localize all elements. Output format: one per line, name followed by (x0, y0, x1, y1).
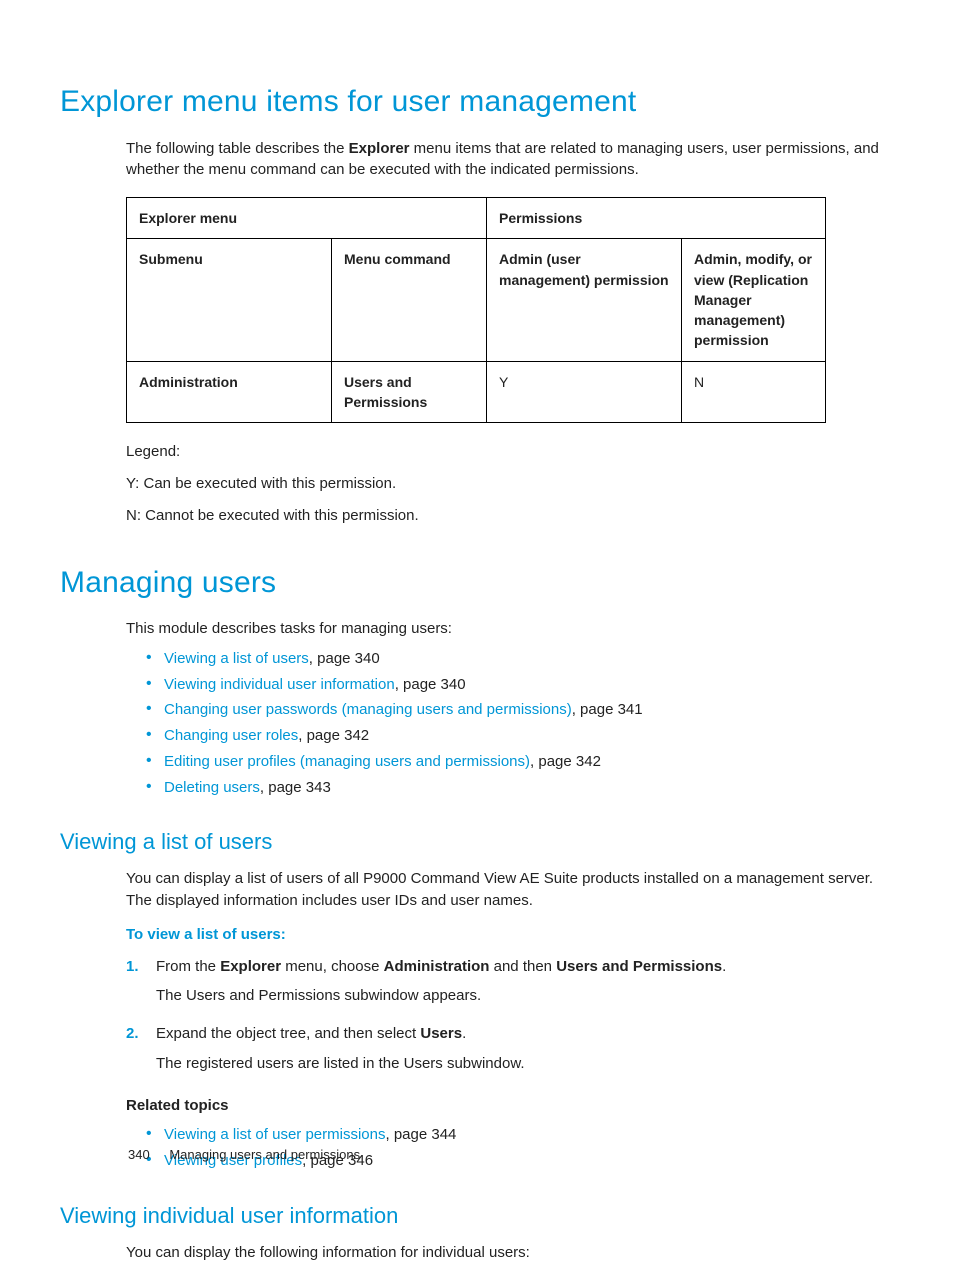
t: and then (489, 958, 556, 975)
td-admin-user: Y (487, 361, 682, 423)
list-item: Viewing individual user information, pag… (146, 674, 884, 696)
procedure-title: To view a list of users: (126, 924, 884, 946)
page-ref: , page 343 (260, 779, 331, 796)
section2-body: This module describes tasks for managing… (126, 618, 884, 798)
page-ref: , page 342 (298, 727, 369, 744)
legend-y: Y: Can be executed with this permission. (126, 473, 884, 495)
list-item: Deleting users, page 343 (146, 777, 884, 799)
heading-viewing-list-users: Viewing a list of users (60, 826, 884, 858)
link-editing-profiles[interactable]: Editing user profiles (managing users an… (164, 753, 530, 770)
th-admin-user: Admin (user management) permission (487, 239, 682, 361)
t: menu, choose (281, 958, 384, 975)
section4-intro: You can display the following informatio… (126, 1242, 884, 1263)
th-submenu: Submenu (127, 239, 332, 361)
section4-body: You can display the following informatio… (126, 1242, 884, 1263)
td-menucmd: Users and Permissions (332, 361, 487, 423)
list-item: Viewing a list of users, page 340 (146, 648, 884, 670)
th-menu-command: Menu command (332, 239, 487, 361)
legend-title: Legend: (126, 441, 884, 463)
page-ref: , page 342 (530, 753, 601, 770)
link-changing-roles[interactable]: Changing user roles (164, 727, 298, 744)
step-1: From the Explorer menu, choose Administr… (126, 956, 884, 1008)
step-result: The registered users are listed in the U… (156, 1053, 884, 1075)
page-footer: 340 Managing users and permissions (128, 1146, 360, 1165)
b: Administration (384, 958, 490, 975)
heading-explorer-menu: Explorer menu items for user management (60, 80, 884, 124)
section3-body: You can display a list of users of all P… (126, 868, 884, 1172)
t: From the (156, 958, 220, 975)
permissions-table: Explorer menu Permissions Submenu Menu c… (126, 197, 826, 423)
page-ref: , page 340 (309, 650, 380, 667)
related-topics-title: Related topics (126, 1095, 884, 1117)
t: Expand the object tree, and then select (156, 1025, 420, 1042)
b: Explorer (220, 958, 281, 975)
th-permissions: Permissions (487, 198, 826, 239)
section2-intro: This module describes tasks for managing… (126, 618, 884, 640)
intro-pre: The following table describes the (126, 140, 349, 157)
link-deleting-users[interactable]: Deleting users (164, 779, 260, 796)
section1-intro: The following table describes the Explor… (126, 138, 884, 182)
step-2: Expand the object tree, and then select … (126, 1023, 884, 1075)
list-item: Viewing a list of user permissions, page… (146, 1124, 884, 1146)
th-explorer-menu: Explorer menu (127, 198, 487, 239)
legend-n: N: Cannot be executed with this permissi… (126, 505, 884, 527)
t: . (462, 1025, 466, 1042)
t: . (722, 958, 726, 975)
page-ref: , page 340 (395, 676, 466, 693)
b: Users (420, 1025, 462, 1042)
link-viewing-list-permissions[interactable]: Viewing a list of user permissions (164, 1126, 385, 1143)
section3-intro: You can display a list of users of all P… (126, 868, 884, 912)
page-ref: , page 341 (572, 701, 643, 718)
document-page: Explorer menu items for user management … (0, 0, 954, 1235)
table-header-row-2: Submenu Menu command Admin (user managem… (127, 239, 826, 361)
table-header-row-1: Explorer menu Permissions (127, 198, 826, 239)
step-text: Expand the object tree, and then select … (156, 1023, 884, 1045)
list-item: Changing user passwords (managing users … (146, 699, 884, 721)
th-admin-modify: Admin, modify, or view (Replication Mana… (682, 239, 826, 361)
link-viewing-individual-user[interactable]: Viewing individual user information (164, 676, 395, 693)
procedure-steps: From the Explorer menu, choose Administr… (126, 956, 884, 1075)
footer-title: Managing users and permissions (169, 1147, 360, 1162)
list-item: Editing user profiles (managing users an… (146, 751, 884, 773)
legend: Legend: Y: Can be executed with this per… (126, 441, 884, 526)
section2-link-list: Viewing a list of users, page 340 Viewin… (146, 648, 884, 799)
link-viewing-list-users[interactable]: Viewing a list of users (164, 650, 309, 667)
page-ref: , page 344 (385, 1126, 456, 1143)
td-submenu: Administration (127, 361, 332, 423)
page-number: 340 (128, 1147, 150, 1162)
link-changing-passwords[interactable]: Changing user passwords (managing users … (164, 701, 572, 718)
step-text: From the Explorer menu, choose Administr… (156, 956, 884, 978)
list-item: Changing user roles, page 342 (146, 725, 884, 747)
intro-bold: Explorer (349, 140, 410, 157)
table-row: Administration Users and Permissions Y N (127, 361, 826, 423)
step-result: The Users and Permissions subwindow appe… (156, 985, 884, 1007)
section1-body: The following table describes the Explor… (126, 138, 884, 527)
heading-managing-users: Managing users (60, 561, 884, 605)
b: Users and Permissions (556, 958, 722, 975)
td-admin-mod: N (682, 361, 826, 423)
heading-viewing-individual-user: Viewing individual user information (60, 1200, 884, 1232)
